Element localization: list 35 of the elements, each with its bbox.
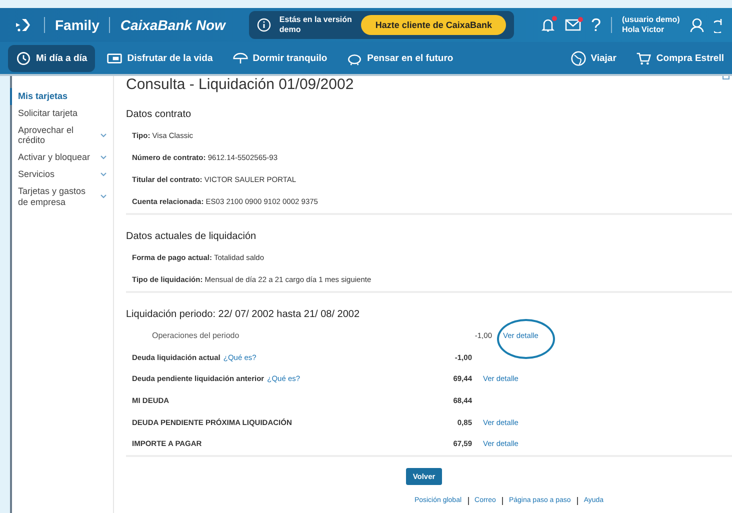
help-button[interactable]: ? <box>590 14 601 36</box>
ticket-icon <box>107 50 122 66</box>
product-name: CaixaBank Now <box>120 17 226 33</box>
chevron-down-icon <box>100 155 107 160</box>
page-title: Consulta - Liquidación 01/09/2002 <box>126 77 354 95</box>
nav-tab[interactable]: Compra Estrell <box>628 44 732 72</box>
row-label: Operaciones del periodo <box>152 331 240 340</box>
become-client-button[interactable]: Hazte cliente de CaixaBank <box>361 15 506 35</box>
nav-tab[interactable]: Viajar <box>562 44 624 72</box>
nav-tab[interactable]: Disfrutar de la vida <box>99 44 221 72</box>
section-heading: Datos contrato <box>126 108 192 122</box>
chevron-down-icon <box>100 132 107 138</box>
umbrella-icon <box>232 50 248 66</box>
cart-icon <box>636 50 652 66</box>
sidebar-item[interactable]: Solicitar tarjeta <box>10 104 113 122</box>
section-heading: Datos actuales de liquidación <box>126 230 258 244</box>
user-greeting: (usuario demo) Hola Victor <box>622 15 680 35</box>
mail-icon[interactable] <box>564 18 581 32</box>
demo-notice: Estás en la versión demo <box>279 15 353 35</box>
brand-label: Family <box>55 17 100 33</box>
sidebar-item[interactable]: Servicios <box>10 166 113 183</box>
nav-tab[interactable]: Dormir tranquilo <box>224 44 336 72</box>
nav-tab[interactable]: Mi día a día <box>8 44 96 72</box>
notifications-icon[interactable] <box>540 17 555 33</box>
chevron-down-icon <box>100 172 107 177</box>
sidebar-item[interactable]: Aprovechar el crédito <box>10 122 113 150</box>
chevron-down-icon <box>100 194 107 200</box>
sidebar-item[interactable]: Activar y bloquear <box>10 149 113 166</box>
info-icon <box>257 18 272 32</box>
nav-tab[interactable]: Pensar en el futuro <box>339 44 462 72</box>
clock-icon <box>16 50 31 66</box>
sidebar-item[interactable]: Tarjetas y gastos de empresa <box>10 182 113 210</box>
globe-icon <box>570 50 586 66</box>
section-heading: Liquidación periodo: 22/ 07/ 2002 hasta 21/ 08/ 2002 <box>126 308 361 322</box>
user-icon[interactable] <box>690 18 704 32</box>
